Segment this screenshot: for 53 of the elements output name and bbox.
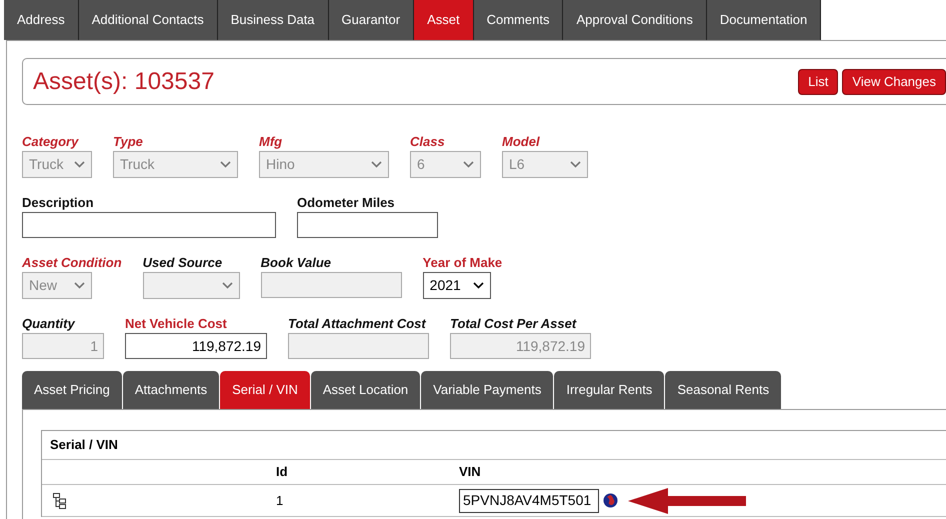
field-label: Asset Condition <box>22 254 122 272</box>
tab[interactable]: Approval Conditions <box>563 0 707 40</box>
tab[interactable]: Irregular Rents <box>554 371 664 409</box>
column-header: VIN <box>459 463 481 482</box>
field-label: Category <box>22 133 80 151</box>
chevron-icon <box>220 161 231 168</box>
chevron-icon <box>570 161 581 168</box>
header-button[interactable]: View Changes <box>842 68 946 94</box>
arrow-icon <box>628 488 746 514</box>
field-label: Class <box>410 133 446 151</box>
column-header: Id <box>276 463 289 482</box>
field-label: Type <box>113 133 144 151</box>
input-field[interactable] <box>297 212 438 238</box>
table-cell-text: 1 <box>276 492 284 510</box>
tab[interactable]: Asset Pricing <box>22 371 122 409</box>
input-field[interactable]: 119,872.19 <box>125 333 267 359</box>
field-label: Year of Make <box>422 254 502 272</box>
chevron-icon <box>472 282 484 289</box>
input-field[interactable] <box>22 212 276 238</box>
field-label: Model <box>502 133 541 151</box>
chevron-icon <box>463 161 474 168</box>
hierarchy-icon <box>53 492 66 508</box>
chevron-icon <box>74 161 85 168</box>
field-label: Quantity <box>22 315 76 333</box>
chevron-icon <box>74 282 85 289</box>
tab[interactable]: Asset <box>414 0 474 40</box>
dropdown[interactable]: 2021 <box>422 272 491 299</box>
tab[interactable]: Address <box>4 0 79 40</box>
tab[interactable]: Attachments <box>122 371 220 409</box>
tab[interactable]: Documentation <box>706 0 822 40</box>
chevron-icon <box>222 282 233 289</box>
tab[interactable]: Serial / VIN <box>220 371 310 409</box>
globe-icon[interactable] <box>603 493 618 508</box>
tab[interactable]: Seasonal Rents <box>665 371 782 409</box>
field-label: Description <box>22 194 95 212</box>
field-label: Odometer Miles <box>297 194 396 212</box>
vin-field[interactable]: 5PVNJ8AV4M5T501 <box>459 488 599 512</box>
field-label: Used Source <box>142 254 224 272</box>
page-title: Asset(s): 103537 <box>33 66 214 96</box>
tab[interactable]: Asset Location <box>310 371 420 409</box>
tab[interactable]: Business Data <box>218 0 329 40</box>
table-title: Serial / VIN <box>50 436 118 454</box>
tab[interactable]: Guarantor <box>328 0 414 40</box>
field-label: Net Vehicle Cost <box>125 315 228 333</box>
chevron-icon <box>371 161 382 168</box>
field-label: Total Cost Per Asset <box>450 315 578 333</box>
tab[interactable]: Additional Contacts <box>78 0 218 40</box>
field-label: Mfg <box>259 133 284 151</box>
field-label: Book Value <box>260 254 332 272</box>
field-label: Total Attachment Cost <box>288 315 428 333</box>
tab[interactable]: Variable Payments <box>421 371 554 409</box>
tab[interactable]: Comments <box>474 0 564 40</box>
header-button[interactable]: List <box>798 68 838 94</box>
